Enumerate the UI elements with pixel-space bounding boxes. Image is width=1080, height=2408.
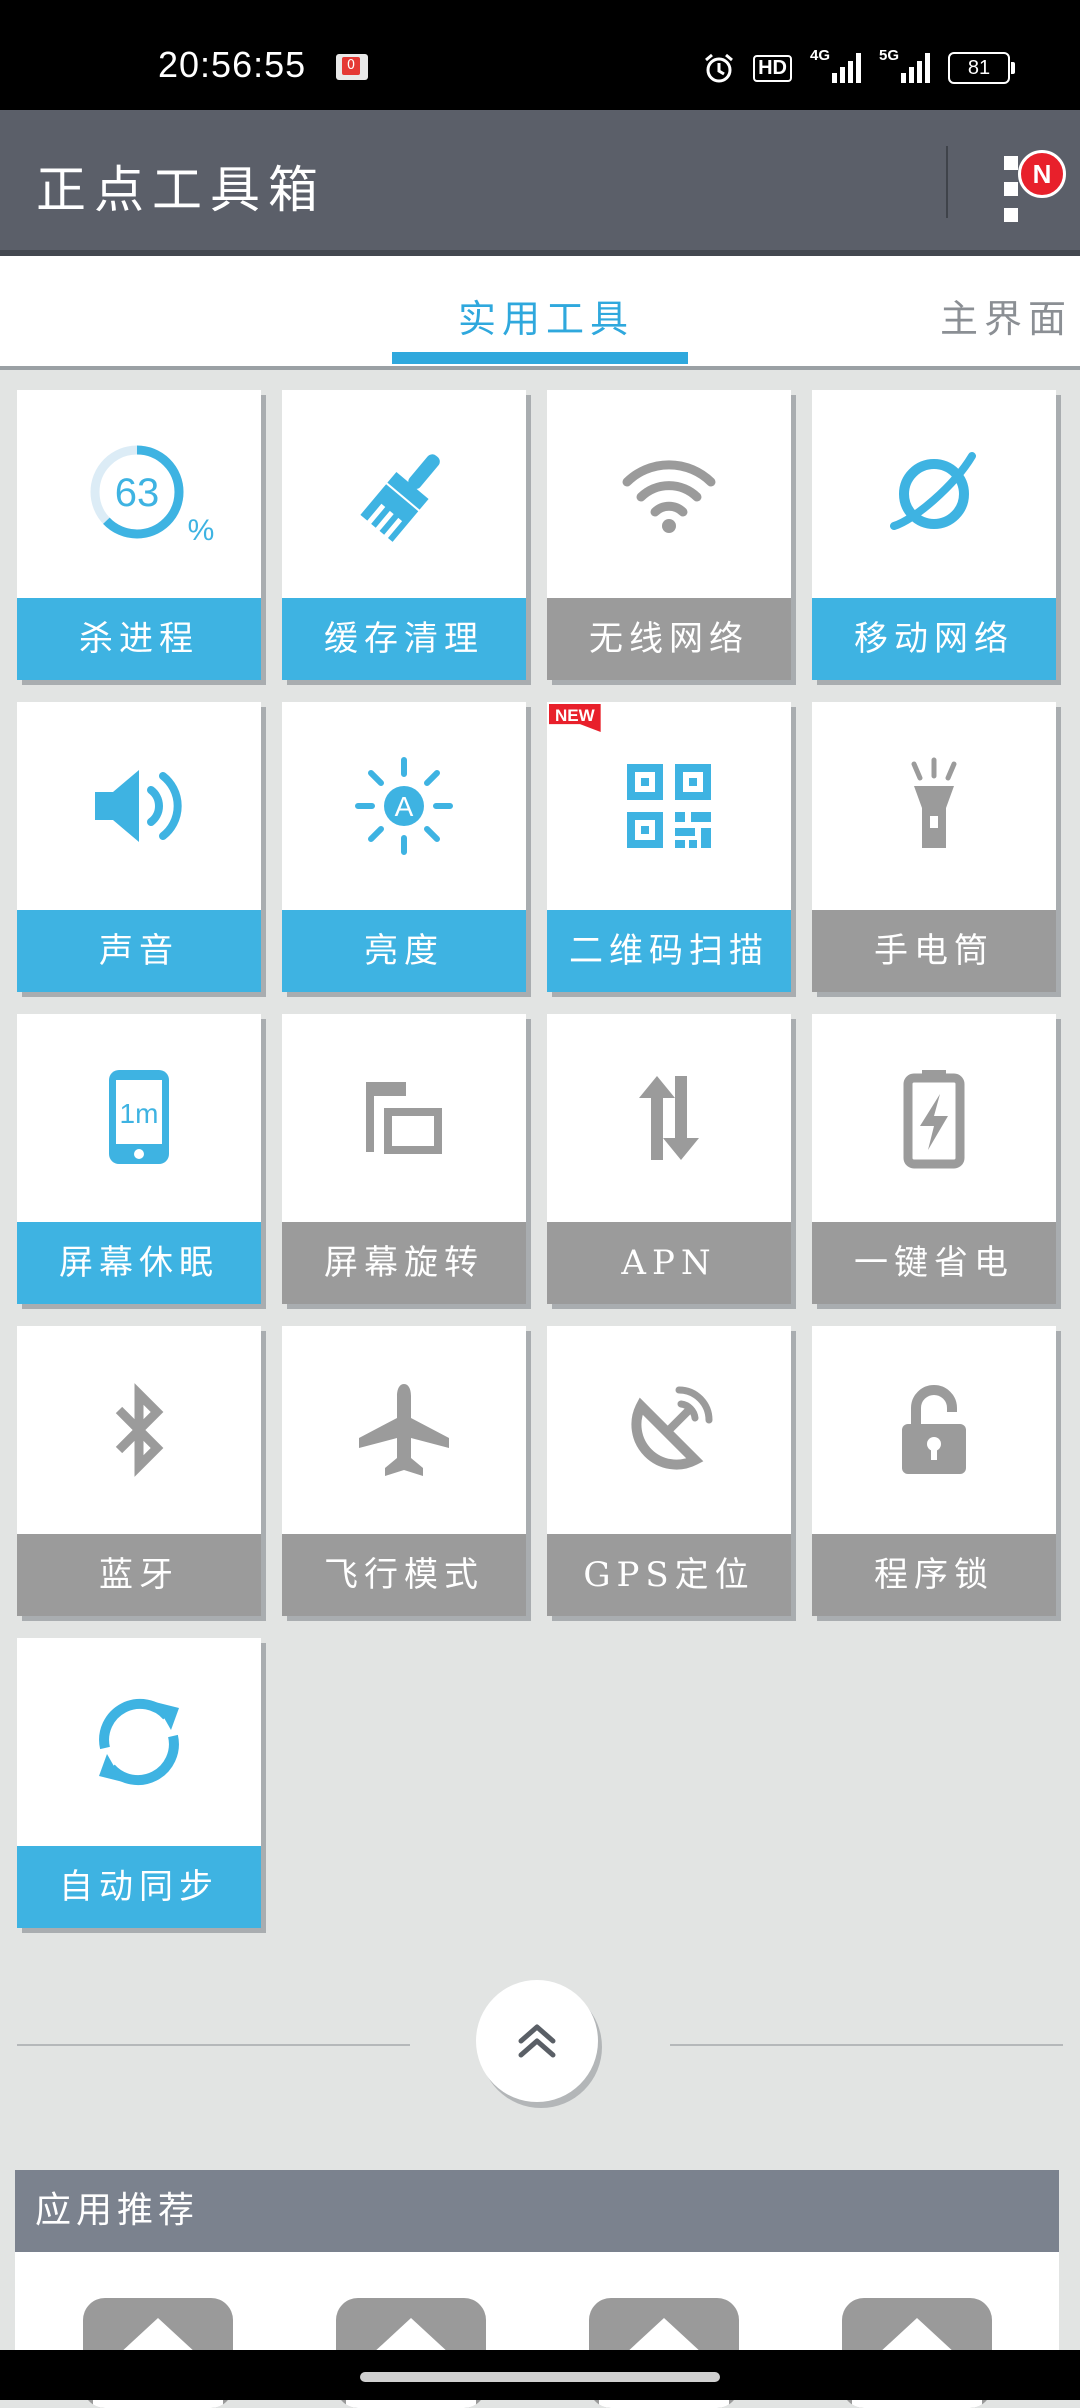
notification-icon: 0 xyxy=(336,54,368,80)
tool-screen-rotate[interactable]: 屏幕旋转 xyxy=(282,1014,526,1304)
status-time: 20:56:55 xyxy=(158,44,307,85)
tool-label: 声音 xyxy=(17,910,261,992)
screen-rotate-icon xyxy=(366,1082,442,1154)
menu-dot-icon xyxy=(1004,156,1018,170)
tool-label: 二维码扫描 xyxy=(547,910,791,992)
divider-left xyxy=(17,2044,410,2046)
tab-tools[interactable]: 实用工具 xyxy=(458,288,634,343)
signal-4g-label: 4G xyxy=(810,47,831,64)
brightness-auto-icon: A xyxy=(355,757,453,855)
tool-bluetooth[interactable]: 蓝牙 xyxy=(17,1326,261,1616)
tab-bar: 实用工具 主界面 xyxy=(0,256,1080,370)
app-bar: 正点工具箱 N xyxy=(0,110,1080,256)
tool-sound[interactable]: 声音 xyxy=(17,702,261,992)
divider-right xyxy=(670,2044,1063,2046)
tool-label: 飞行模式 xyxy=(282,1534,526,1616)
tab-main[interactable]: 主界面 xyxy=(940,288,1072,343)
tool-apn[interactable]: APN xyxy=(547,1014,791,1304)
memory-ring-icon: 63 % xyxy=(90,445,214,547)
app-bar-divider xyxy=(946,146,948,218)
timeout-value: 1m xyxy=(120,1098,159,1129)
tool-label: 一键省电 xyxy=(812,1222,1056,1304)
data-arrows-icon xyxy=(639,1076,699,1160)
tool-label: 移动网络 xyxy=(812,598,1056,680)
tool-label: 杀进程 xyxy=(17,598,261,680)
recommended-header: 应用推荐 xyxy=(15,2170,1059,2252)
flashlight-icon xyxy=(911,757,957,848)
airplane-icon xyxy=(359,1384,449,1476)
alarm-icon xyxy=(705,53,734,83)
speaker-icon xyxy=(95,770,182,842)
system-nav-bar xyxy=(0,2350,1080,2400)
collapse-button[interactable] xyxy=(476,1980,598,2102)
tool-wifi[interactable]: 无线网络 xyxy=(547,390,791,680)
tool-label: GPS定位 xyxy=(547,1534,791,1616)
tab-indicator xyxy=(392,352,688,364)
hd-voice-icon: HD xyxy=(753,54,792,82)
menu-dot-icon xyxy=(1004,208,1018,222)
tool-battery-save[interactable]: 一键省电 xyxy=(812,1014,1056,1304)
tool-brightness[interactable]: A 亮度 xyxy=(282,702,526,992)
sync-icon xyxy=(99,1698,179,1786)
tool-label: 亮度 xyxy=(282,910,526,992)
overflow-menu-button[interactable]: N xyxy=(996,148,1066,228)
tool-cache-clean[interactable]: 缓存清理 xyxy=(282,390,526,680)
memory-value: 63 xyxy=(115,471,160,515)
qr-code-icon xyxy=(627,764,711,848)
menu-dot-icon xyxy=(1004,182,1018,196)
battery-icon: 81 xyxy=(948,52,1015,84)
lock-icon xyxy=(902,1385,966,1474)
status-bar: 20:56:55 0 HD 4G 5G 81 xyxy=(0,0,1080,110)
tool-flashlight[interactable]: 手电筒 xyxy=(812,702,1056,992)
tool-label: 蓝牙 xyxy=(17,1534,261,1616)
signal-4g-icon: 4G xyxy=(810,47,861,83)
tool-kill-process[interactable]: 63 % 杀进程 xyxy=(17,390,261,680)
double-chevron-up-icon xyxy=(518,2024,556,2058)
tool-auto-sync[interactable]: 自动同步 xyxy=(17,1638,261,1928)
notification-count: 0 xyxy=(342,57,360,75)
tool-label: 无线网络 xyxy=(547,598,791,680)
signal-5g-icon: 5G xyxy=(879,47,930,83)
tool-label: 屏幕旋转 xyxy=(282,1222,526,1304)
tool-label: 缓存清理 xyxy=(282,598,526,680)
tool-gps[interactable]: GPS定位 xyxy=(547,1326,791,1616)
tool-screen-timeout[interactable]: 1m 屏幕休眠 xyxy=(17,1014,261,1304)
home-gesture-handle[interactable] xyxy=(360,2372,720,2382)
tool-label: 屏幕休眠 xyxy=(17,1222,261,1304)
gps-satellite-icon xyxy=(631,1386,713,1470)
tool-app-lock[interactable]: 程序锁 xyxy=(812,1326,1056,1616)
app-title: 正点工具箱 xyxy=(36,161,326,219)
tool-airplane[interactable]: 飞行模式 xyxy=(282,1326,526,1616)
broom-icon xyxy=(360,454,440,542)
tool-qr-scan[interactable]: NEW 二维码扫描 xyxy=(547,702,791,992)
status-icons: HD 4G 5G 81 xyxy=(703,47,1015,88)
globe-orbit-icon xyxy=(890,452,976,530)
memory-unit: % xyxy=(188,514,215,547)
bluetooth-icon xyxy=(115,1383,164,1477)
battery-save-icon xyxy=(903,1070,965,1169)
tool-label: 手电筒 xyxy=(812,910,1056,992)
wifi-icon xyxy=(622,460,716,533)
screen-timeout-icon: 1m xyxy=(109,1070,169,1164)
svg-text:A: A xyxy=(395,791,414,822)
new-badge: N xyxy=(1018,150,1066,198)
tool-label: 自动同步 xyxy=(17,1846,261,1928)
signal-5g-label: 5G xyxy=(879,47,900,64)
tool-label: APN xyxy=(547,1222,791,1304)
tool-mobile-data[interactable]: 移动网络 xyxy=(812,390,1056,680)
tool-label: 程序锁 xyxy=(812,1534,1056,1616)
